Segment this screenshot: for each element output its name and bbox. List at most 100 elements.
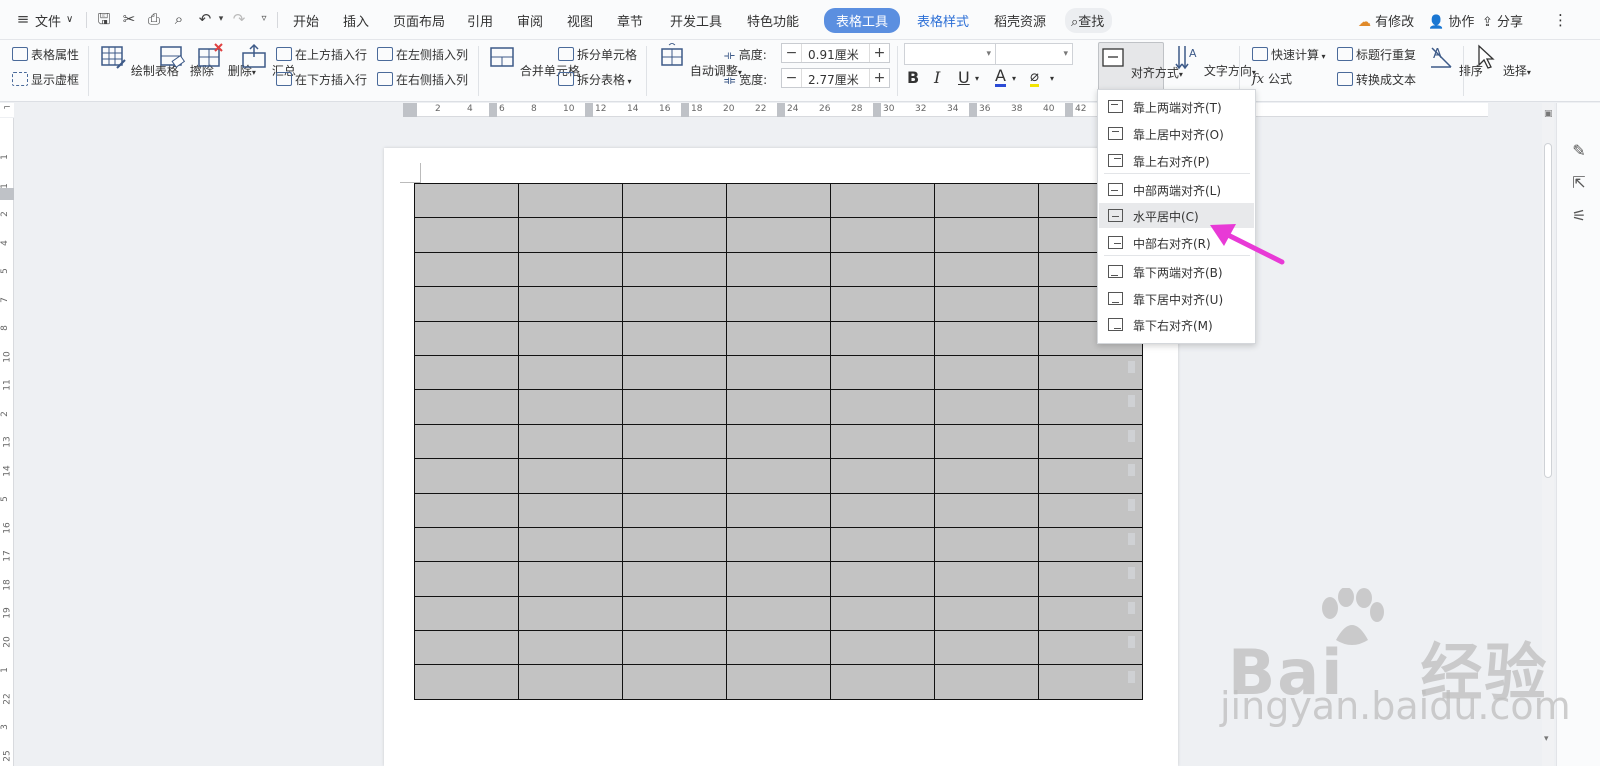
- align-option[interactable]: 中部两端对齐(L): [1099, 177, 1254, 202]
- table-cell[interactable]: [830, 217, 935, 253]
- table-cell[interactable]: [518, 630, 623, 666]
- table-cell[interactable]: [622, 423, 727, 460]
- table-cell[interactable]: [518, 595, 623, 632]
- table-cell[interactable]: [414, 526, 519, 563]
- table-cell[interactable]: [518, 492, 623, 528]
- table-cell[interactable]: [622, 664, 727, 700]
- table-cell[interactable]: [622, 320, 727, 356]
- row-resize-handle[interactable]: [1128, 464, 1135, 477]
- tab-chapter[interactable]: 章节: [617, 11, 643, 30]
- document-table[interactable]: [414, 182, 1143, 700]
- table-cell[interactable]: [726, 217, 831, 253]
- underline-dropdown-icon[interactable]: ▾: [975, 74, 979, 83]
- align-option[interactable]: 靠上居中对齐(O): [1099, 121, 1254, 146]
- table-cell[interactable]: [414, 561, 519, 597]
- table-cell[interactable]: [934, 492, 1039, 528]
- table-cell[interactable]: [934, 251, 1039, 288]
- insert-row-above-button[interactable]: 在上方插入行: [276, 46, 367, 63]
- changes-button[interactable]: ☁ 有修改: [1358, 11, 1414, 30]
- insert-col-left-button[interactable]: 在左侧插入列: [377, 46, 468, 63]
- convert-to-text-button[interactable]: 转换成文本: [1337, 71, 1416, 88]
- tab-review[interactable]: 审阅: [517, 11, 543, 30]
- width-increase-button[interactable]: +: [869, 69, 889, 87]
- align-option[interactable]: 靠上右对齐(P): [1099, 148, 1254, 173]
- table-cell[interactable]: [414, 664, 519, 700]
- table-cell[interactable]: [414, 389, 519, 425]
- quick-calc-button[interactable]: 快速计算 ▾: [1252, 46, 1326, 63]
- table-cell[interactable]: [622, 217, 727, 253]
- height-increase-button[interactable]: +: [869, 44, 889, 62]
- tab-features[interactable]: 特色功能: [747, 11, 799, 30]
- row-resize-handles[interactable]: [1128, 361, 1136, 705]
- width-decrease-button[interactable]: −: [782, 69, 802, 87]
- table-cell[interactable]: [830, 630, 935, 666]
- table-cell[interactable]: [830, 423, 935, 460]
- cursor-icon[interactable]: ⇱: [1569, 173, 1589, 193]
- table-cell[interactable]: [934, 630, 1039, 666]
- file-menu[interactable]: 文件: [35, 11, 61, 30]
- align-option[interactable]: 靠下居中对齐(U): [1099, 286, 1254, 311]
- table-cell[interactable]: [414, 182, 519, 219]
- table-cell[interactable]: [830, 354, 935, 391]
- table-cell[interactable]: [726, 320, 831, 356]
- highlight-icon[interactable]: ⌀: [1030, 68, 1040, 87]
- table-cell[interactable]: [934, 286, 1039, 322]
- tab-table-style[interactable]: 表格样式: [917, 11, 969, 30]
- settings-sliders-icon[interactable]: ⚟: [1569, 206, 1589, 226]
- table-cell[interactable]: [934, 217, 1039, 253]
- table-cell[interactable]: [622, 251, 727, 288]
- collab-button[interactable]: 👤 协作: [1428, 11, 1474, 30]
- table-cell[interactable]: [726, 423, 831, 460]
- table-cell[interactable]: [518, 389, 623, 425]
- table-cell[interactable]: [830, 526, 935, 563]
- insert-col-right-button[interactable]: 在右侧插入列: [377, 71, 468, 88]
- table-cell[interactable]: [622, 492, 727, 528]
- table-cell[interactable]: [1038, 423, 1143, 460]
- font-name-select[interactable]: ▾: [904, 43, 996, 65]
- row-resize-handle[interactable]: [1128, 395, 1135, 408]
- table-cell[interactable]: [934, 664, 1039, 700]
- table-cell[interactable]: [518, 251, 623, 288]
- table-cell[interactable]: [414, 630, 519, 666]
- table-cell[interactable]: [518, 526, 623, 563]
- print-preview-icon[interactable]: ⌕: [170, 10, 188, 28]
- width-value[interactable]: 2.77厘米: [808, 71, 859, 88]
- table-cell[interactable]: [934, 389, 1039, 425]
- table-cell[interactable]: [830, 286, 935, 322]
- split-cells-button[interactable]: 拆分单元格: [558, 46, 637, 63]
- table-cell[interactable]: [414, 286, 519, 322]
- table-cell[interactable]: [414, 251, 519, 288]
- table-cell[interactable]: [1038, 389, 1143, 425]
- hamburger-menu-icon[interactable]: ≡: [14, 10, 32, 28]
- print-icon[interactable]: ⎙: [145, 10, 163, 28]
- row-resize-handle[interactable]: [1128, 636, 1135, 649]
- table-cell[interactable]: [830, 492, 935, 528]
- highlight-dropdown-icon[interactable]: ▾: [1050, 74, 1054, 83]
- chevron-down-icon[interactable]: ∨: [66, 14, 73, 25]
- table-cell[interactable]: [726, 354, 831, 391]
- row-resize-handle[interactable]: [1128, 361, 1135, 373]
- font-color-button[interactable]: A: [995, 68, 1006, 87]
- save-icon[interactable]: 🖫: [95, 10, 113, 28]
- table-cell[interactable]: [518, 561, 623, 597]
- table-cell[interactable]: [934, 526, 1039, 563]
- table-cell[interactable]: [830, 251, 935, 288]
- tab-home[interactable]: 开始: [293, 11, 319, 30]
- row-resize-handle[interactable]: [1128, 567, 1135, 580]
- table-cell[interactable]: [726, 492, 831, 528]
- font-size-select[interactable]: ▾: [995, 43, 1073, 65]
- width-stepper[interactable]: − 2.77厘米 +: [781, 68, 890, 88]
- table-cell[interactable]: [1038, 630, 1143, 666]
- table-cell[interactable]: [414, 492, 519, 528]
- vertical-ruler[interactable]: 1 1 2 4 5 7 8 10 11 2 13 14 5 16 17 18 19 20 1 22 3 25: [0, 118, 14, 766]
- format-painter-icon[interactable]: ✂: [120, 10, 138, 28]
- table-cell[interactable]: [934, 354, 1039, 391]
- table-cell[interactable]: [726, 526, 831, 563]
- table-cell[interactable]: [726, 389, 831, 425]
- tab-docer[interactable]: 稻壳资源: [994, 11, 1046, 30]
- table-cell[interactable]: [414, 458, 519, 494]
- table-cell[interactable]: [934, 423, 1039, 460]
- table-cell[interactable]: [830, 561, 935, 597]
- table-cell[interactable]: [1038, 354, 1143, 391]
- split-table-button[interactable]: 拆分表格 ▾: [558, 71, 632, 88]
